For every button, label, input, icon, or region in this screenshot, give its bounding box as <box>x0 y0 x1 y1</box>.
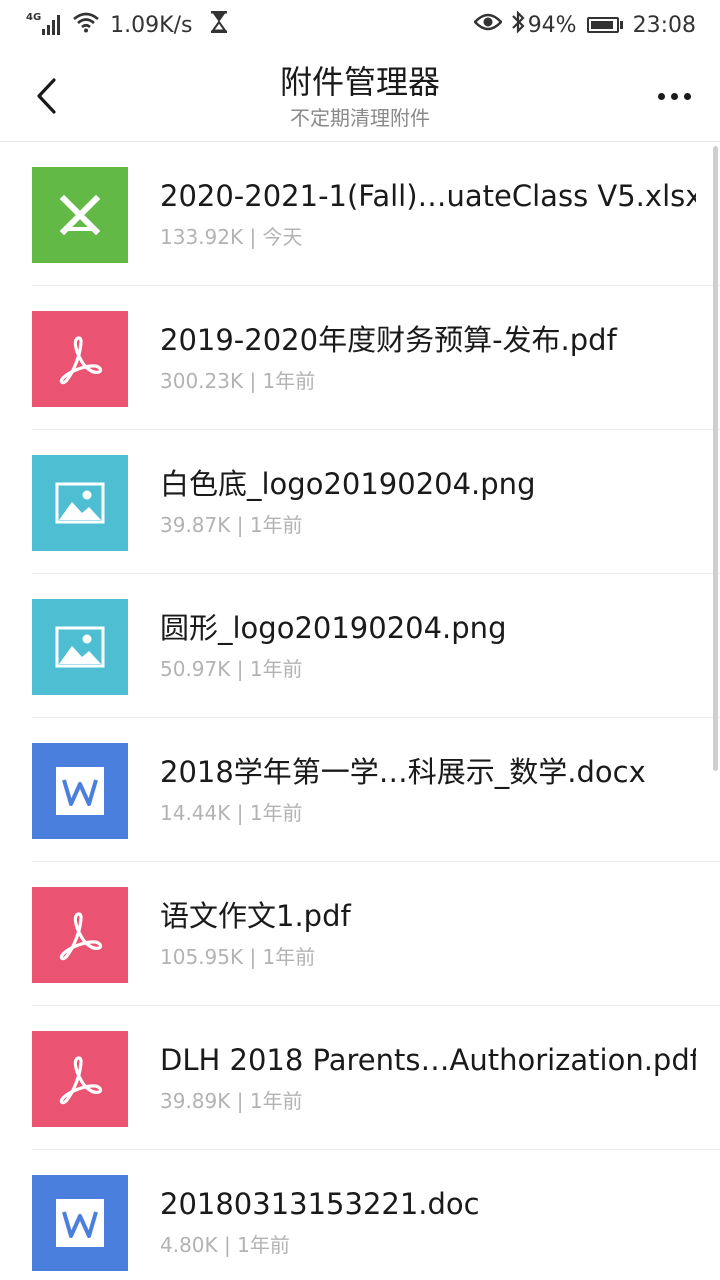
file-row[interactable]: 圆形_logo20190204.png 50.97K | 1年前 <box>0 574 720 718</box>
doc-file-icon <box>32 743 128 839</box>
file-meta: 300.23K | 1年前 <box>160 369 316 393</box>
status-bar-right: 94% 23:08 <box>466 10 696 40</box>
pdf-icon <box>59 1056 103 1105</box>
battery-icon <box>586 17 623 33</box>
file-row[interactable]: 2020-2021-1(Fall)…uateClass V5.xlsx 133.9… <box>0 142 720 286</box>
file-meta: 50.97K | 1年前 <box>160 657 303 681</box>
file-meta: 105.95K | 1年前 <box>160 945 316 969</box>
file-info: 语文作文1.pdf 105.95K | 1年前 <box>160 896 696 972</box>
pdf-file-icon <box>32 1031 128 1127</box>
network-type: 4G <box>26 11 42 23</box>
pdf-icon <box>59 336 103 385</box>
wifi-icon <box>72 11 100 39</box>
network-speed: 1.09K/s <box>110 12 193 38</box>
pdf-icon <box>59 912 103 961</box>
title-block: 附件管理器 不定期清理附件 <box>0 62 720 132</box>
file-info: 白色底_logo20190204.png 39.87K | 1年前 <box>160 464 696 540</box>
image-file-icon <box>32 455 128 551</box>
xlsx-file-icon <box>32 167 128 263</box>
excel-icon <box>60 195 100 235</box>
file-info: 2020-2021-1(Fall)…uateClass V5.xlsx 133.9… <box>160 176 696 252</box>
file-info: 2019-2020年度财务预算-发布.pdf 300.23K | 1年前 <box>160 320 696 396</box>
bluetooth-icon <box>510 10 526 40</box>
page-subtitle: 不定期清理附件 <box>290 106 430 130</box>
pdf-file-icon <box>32 887 128 983</box>
file-meta: 14.44K | 1年前 <box>160 801 303 825</box>
pdf-file-icon <box>32 311 128 407</box>
file-name: DLH 2018 Parents…Authorization.pdf <box>160 1043 696 1077</box>
file-row[interactable]: DLH 2018 Parents…Authorization.pdf 39.89K… <box>0 1006 720 1150</box>
signal-icon <box>42 15 62 35</box>
more-dot-icon <box>683 92 691 100</box>
more-dot-icon <box>657 92 665 100</box>
file-row[interactable]: 白色底_logo20190204.png 39.87K | 1年前 <box>0 430 720 574</box>
file-meta: 4.80K | 1年前 <box>160 1233 290 1257</box>
file-info: DLH 2018 Parents…Authorization.pdf 39.89K… <box>160 1040 696 1116</box>
file-meta: 39.87K | 1年前 <box>160 513 303 537</box>
more-options-button[interactable] <box>650 72 698 120</box>
eye-icon <box>473 12 503 38</box>
battery-percent: 94% <box>527 12 577 38</box>
file-row[interactable]: 2018学年第一学…科展示_数学.docx 14.44K | 1年前 <box>0 718 720 862</box>
file-name: 2019-2020年度财务预算-发布.pdf <box>160 323 617 357</box>
status-bar: 4G 1.09K/s 94% 23:08 <box>0 0 720 50</box>
file-meta: 133.92K | 今天 <box>160 225 303 249</box>
file-info: 20180313153221.doc 4.80K | 1年前 <box>160 1184 696 1260</box>
file-name: 20180313153221.doc <box>160 1187 480 1221</box>
file-name: 2020-2021-1(Fall)…uateClass V5.xlsx <box>160 179 696 213</box>
doc-file-icon <box>32 1175 128 1271</box>
scrollbar[interactable] <box>713 146 718 771</box>
attachment-list[interactable]: 2020-2021-1(Fall)…uateClass V5.xlsx 133.9… <box>0 142 720 1280</box>
image-icon <box>55 482 105 524</box>
file-name: 2018学年第一学…科展示_数学.docx <box>160 755 646 789</box>
hourglass-icon <box>210 11 228 39</box>
word-icon <box>56 1199 104 1247</box>
word-icon <box>56 767 104 815</box>
file-name: 白色底_logo20190204.png <box>160 467 536 501</box>
file-row[interactable]: 2019-2020年度财务预算-发布.pdf 300.23K | 1年前 <box>0 286 720 430</box>
page-title: 附件管理器 <box>279 63 440 101</box>
image-file-icon <box>32 599 128 695</box>
file-name: 圆形_logo20190204.png <box>160 611 507 645</box>
clock: 23:08 <box>632 12 696 38</box>
file-name: 语文作文1.pdf <box>160 899 351 933</box>
file-meta: 39.89K | 1年前 <box>160 1089 303 1113</box>
more-dot-icon <box>670 92 678 100</box>
status-bar-left: 4G 1.09K/s <box>26 11 238 39</box>
file-row[interactable]: 20180313153221.doc 4.80K | 1年前 <box>0 1150 720 1280</box>
app-header: 附件管理器 不定期清理附件 <box>0 50 720 142</box>
file-row[interactable]: 语文作文1.pdf 105.95K | 1年前 <box>0 862 720 1006</box>
file-info: 2018学年第一学…科展示_数学.docx 14.44K | 1年前 <box>160 752 696 828</box>
file-info: 圆形_logo20190204.png 50.97K | 1年前 <box>160 608 696 684</box>
image-icon <box>55 626 105 668</box>
